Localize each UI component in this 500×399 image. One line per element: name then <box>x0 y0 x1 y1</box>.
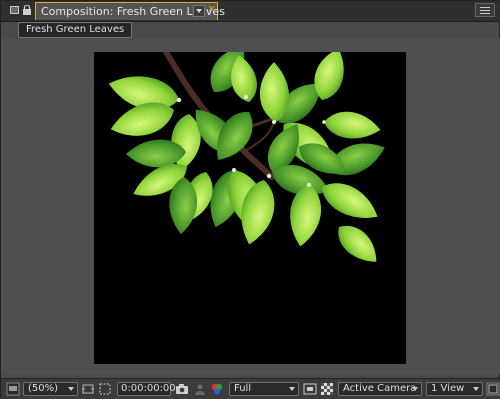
chevron-down-icon <box>412 387 418 391</box>
chevron-down-icon <box>473 387 479 391</box>
resolution-value: Full <box>234 383 252 394</box>
viewer-bottom-bar: (50%) 0:00:00:00 Full Active Camera 1 Vi… <box>1 378 500 399</box>
camera-icon[interactable] <box>175 382 189 396</box>
lock-icon[interactable] <box>22 5 32 15</box>
close-icon[interactable]: × <box>207 2 216 15</box>
user-icon <box>195 384 205 395</box>
fast-preview-icon[interactable] <box>303 382 317 396</box>
tab-composition[interactable]: Composition: Fresh Green Leaves <box>35 2 225 20</box>
monitor-icon[interactable] <box>6 382 20 396</box>
leaf-cluster <box>104 52 390 272</box>
camera-view-value: Active Camera <box>343 383 417 394</box>
region-of-interest-icon[interactable] <box>98 382 112 396</box>
chevron-down-icon <box>68 387 74 391</box>
transparency-grid-icon[interactable] <box>320 382 334 396</box>
resolution-dropdown[interactable]: Full <box>229 382 299 396</box>
composition-canvas[interactable] <box>94 52 406 364</box>
panel-icon <box>10 6 19 14</box>
timecode: 0:00:00:00 <box>121 383 176 394</box>
leaves-artwork <box>104 52 390 272</box>
view-layout-dropdown[interactable]: 1 View <box>426 382 483 396</box>
panel-tab-bar: Composition: Fresh Green Leaves × <box>1 1 500 22</box>
dropdown-icon[interactable] <box>193 5 205 17</box>
chevron-down-icon <box>289 387 295 391</box>
composition-navigator-chip[interactable]: Fresh Green Leaves <box>18 22 133 38</box>
fit-resolution-icon[interactable] <box>81 382 95 396</box>
color-channels-icon[interactable] <box>210 382 224 396</box>
expand-icon[interactable] <box>486 382 500 396</box>
camera-view-dropdown[interactable]: Active Camera <box>338 382 422 396</box>
view-layout-value: 1 View <box>431 383 465 394</box>
current-time-display[interactable]: 0:00:00:00 <box>117 382 176 396</box>
panel-menu-icon[interactable] <box>475 3 495 17</box>
composition-panel: Composition: Fresh Green Leaves × Fresh … <box>0 0 500 399</box>
composition-viewer[interactable] <box>1 39 500 375</box>
magnification-value: (50%) <box>28 383 59 394</box>
magnification-dropdown[interactable]: (50%) <box>23 382 78 396</box>
